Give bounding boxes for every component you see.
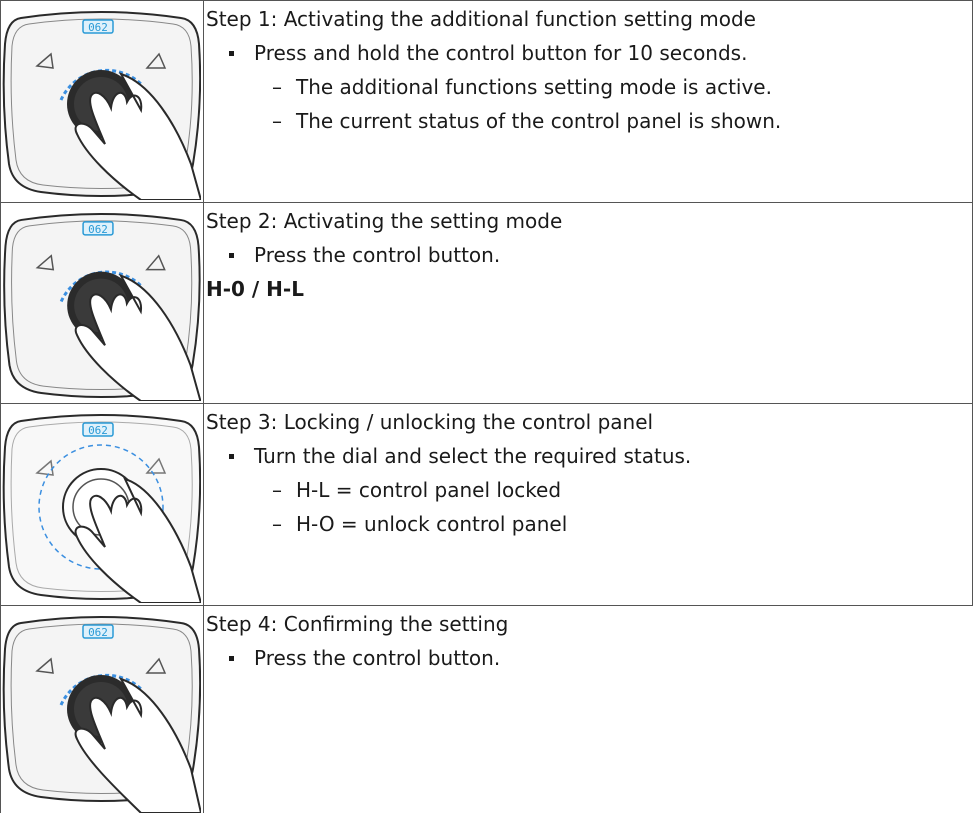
step-title: Step 3: Locking / unlocking the control … [206, 410, 654, 434]
svg-text:062: 062 [88, 626, 108, 639]
sub-item: – The additional functions setting mode i… [272, 75, 772, 99]
table-border-top [0, 0, 973, 1]
control-panel-illustration: 062 [1, 206, 201, 401]
svg-text:062: 062 [88, 223, 108, 236]
bullet-item: Press the control button. [206, 641, 969, 675]
sub-item: – H-O = unlock control panel [272, 512, 568, 536]
svg-text:062: 062 [88, 21, 108, 34]
bullet-item: Turn the dial and select the required st… [206, 439, 969, 473]
row-divider [0, 403, 973, 404]
sub-item: – H-L = control panel locked [272, 478, 562, 502]
column-divider [203, 0, 204, 813]
confirm-illustration: 062 [2, 616, 201, 813]
control-panel-illustration: 062 [1, 609, 201, 813]
instruction-table: 062 Step 1: Activating the additional fu… [0, 0, 973, 813]
row-1-text: Step 1: Activating the additional functi… [206, 2, 969, 138]
row-divider [0, 605, 973, 606]
row-4-text: Step 4: Confirming the setting Press the… [206, 607, 969, 675]
bullet-item: Press and hold the control button for 10… [206, 36, 969, 70]
mode-label: H-0 / H-L [206, 277, 304, 301]
press-hold-illustration: 062 [2, 11, 201, 200]
turn-dial-illustration: 062 [2, 414, 201, 603]
press-illustration: 062 [3, 212, 201, 401]
row-divider [0, 202, 973, 203]
bullet-item: Press the control button. [206, 238, 969, 272]
step-title: Step 4: Confirming the setting [206, 612, 509, 636]
row-3-text: Step 3: Locking / unlocking the control … [206, 405, 969, 541]
step-title: Step 1: Activating the additional functi… [206, 7, 756, 31]
svg-text:062: 062 [88, 424, 108, 437]
step-title: Step 2: Activating the setting mode [206, 209, 563, 233]
control-panel-illustration: 062 [1, 4, 201, 200]
sub-item: – The current status of the control panel… [272, 109, 782, 133]
control-panel-illustration: 062 [1, 407, 201, 603]
row-2-text: Step 2: Activating the setting mode Pres… [206, 204, 969, 306]
